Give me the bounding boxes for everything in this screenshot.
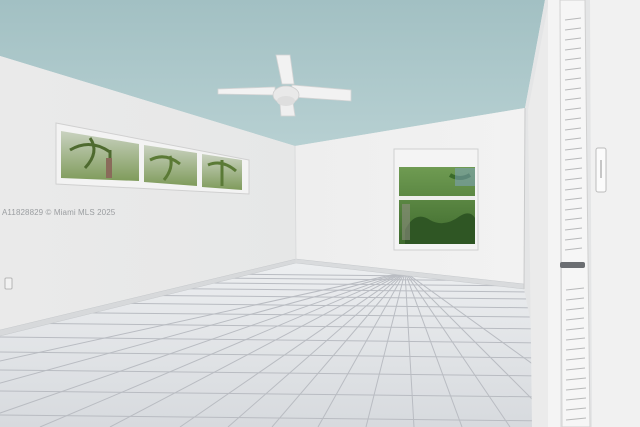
right-window xyxy=(393,148,479,251)
wall-outlet xyxy=(4,277,13,290)
room-photo: A11828829 © Miami MLS 2025 xyxy=(0,0,640,427)
door-handle xyxy=(560,262,585,268)
watermark-text: A11828829 © Miami MLS 2025 xyxy=(2,208,116,217)
closet-door xyxy=(528,0,640,427)
